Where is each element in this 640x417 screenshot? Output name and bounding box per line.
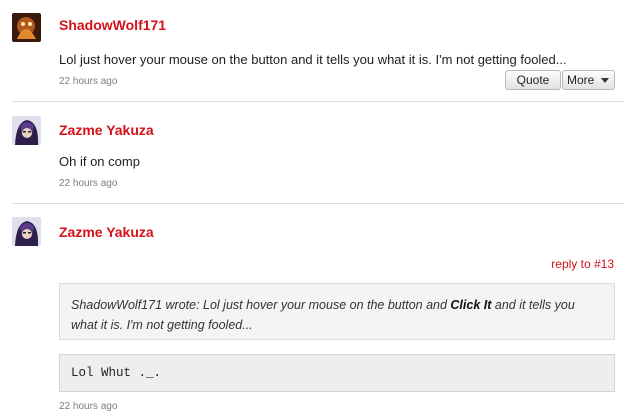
comment-item: Zazme Yakuza Oh if on comp 22 hours ago	[0, 102, 640, 202]
quote-button-label: Quote	[516, 73, 550, 87]
author-link[interactable]: Zazme Yakuza	[59, 224, 154, 240]
caret-down-icon	[601, 78, 609, 83]
code-block: Lol Whut ._.	[59, 354, 615, 392]
more-button[interactable]: More	[562, 70, 615, 90]
code-text: Lol Whut ._.	[71, 366, 162, 380]
quote-text: ShadowWolf171 wrote: Lol just hover your…	[71, 295, 603, 335]
more-button-label: More	[567, 73, 595, 87]
comment-item: Zazme Yakuza reply to #13 ShadowWolf171 …	[0, 204, 640, 417]
comment-text: Lol just hover your mouse on the button …	[59, 52, 567, 67]
avatar[interactable]	[12, 13, 41, 42]
comment-timestamp: 22 hours ago	[59, 76, 118, 87]
reply-to-link[interactable]: reply to #13	[551, 257, 614, 271]
comment-timestamp: 22 hours ago	[59, 178, 118, 189]
author-link[interactable]: Zazme Yakuza	[59, 122, 154, 138]
author-link[interactable]: ShadowWolf171	[59, 17, 166, 33]
comment-item: ShadowWolf171 Lol just hover your mouse …	[0, 0, 640, 100]
quote-text-prefix: ShadowWolf171 wrote: Lol just hover your…	[71, 298, 451, 312]
quoted-comment: ShadowWolf171 wrote: Lol just hover your…	[59, 283, 615, 340]
quote-button[interactable]: Quote	[505, 70, 561, 90]
avatar[interactable]	[12, 217, 41, 246]
avatar[interactable]	[12, 116, 41, 145]
comment-text: Oh if on comp	[59, 154, 140, 169]
quote-text-bold: Click It	[450, 298, 492, 312]
comment-timestamp: 22 hours ago	[59, 401, 118, 412]
